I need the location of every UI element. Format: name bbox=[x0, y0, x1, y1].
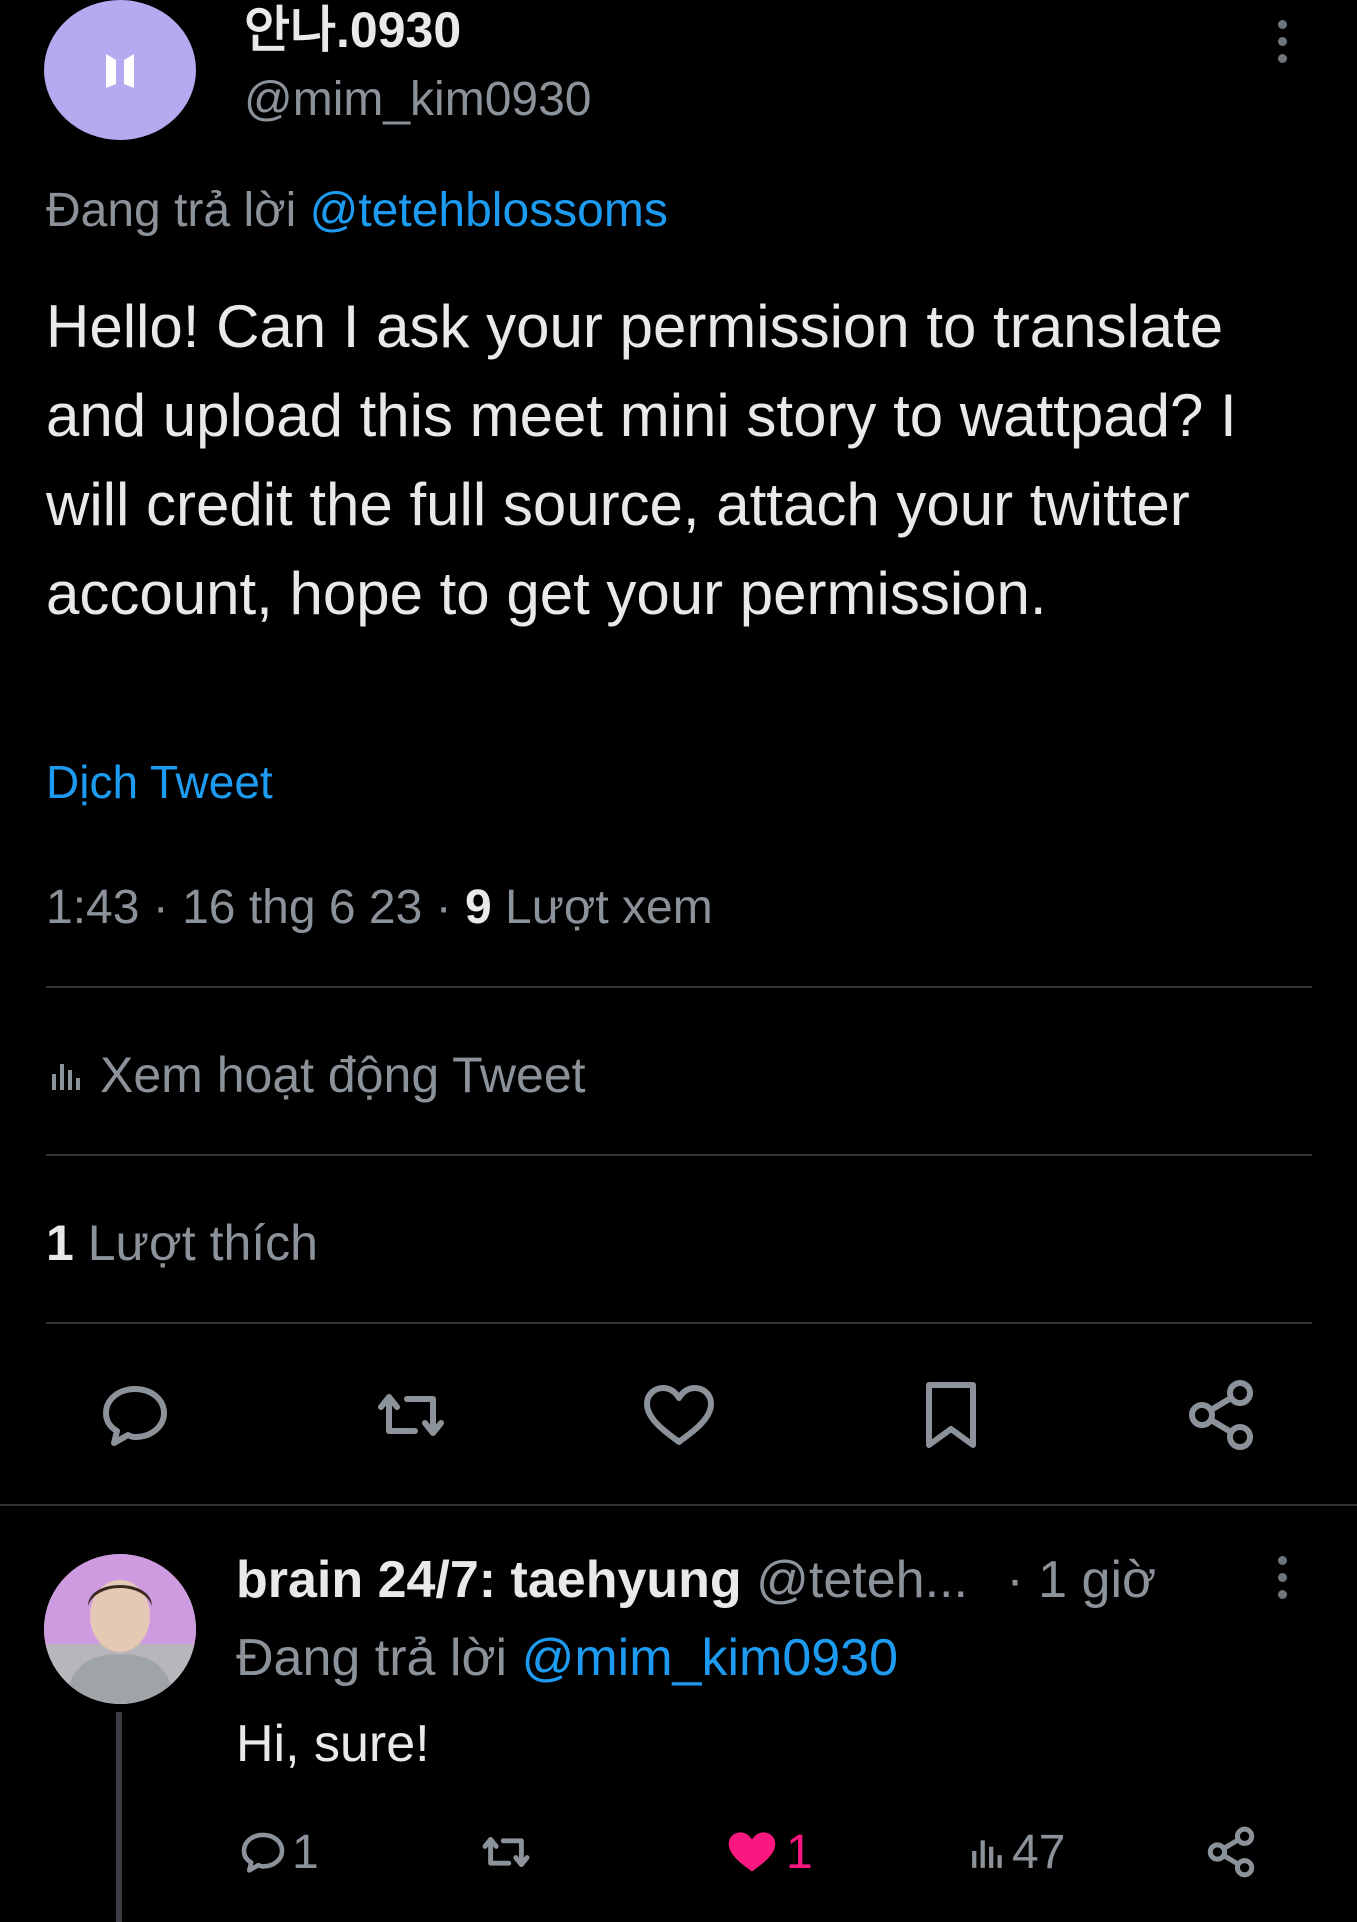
reply-avatar[interactable] bbox=[44, 1554, 196, 1704]
reply-button[interactable] bbox=[90, 1370, 180, 1460]
like-icon bbox=[644, 1385, 714, 1445]
bookmark-button[interactable] bbox=[906, 1370, 996, 1460]
bookmark-icon bbox=[926, 1382, 976, 1448]
views-count: 47 bbox=[1012, 1825, 1066, 1879]
more-options-icon[interactable] bbox=[1270, 1556, 1294, 1616]
display-name[interactable]: 안나.0930 bbox=[244, 0, 461, 60]
avatar[interactable] bbox=[44, 0, 196, 140]
reply-time[interactable]: · 1 giờ bbox=[1006, 1551, 1156, 1609]
analytics-icon bbox=[972, 1840, 1002, 1868]
reply-views-button[interactable]: 47 bbox=[970, 1812, 1065, 1892]
liked-heart-icon bbox=[728, 1832, 776, 1872]
tweet-time[interactable]: 1:43 bbox=[46, 881, 139, 934]
tweet-text: Hello! Can I ask your permission to tran… bbox=[46, 293, 1237, 627]
more-options-icon[interactable] bbox=[1270, 20, 1294, 80]
profile-photo bbox=[44, 1554, 196, 1704]
reply-icon bbox=[103, 1386, 167, 1446]
activity-label: Xem hoạt động Tweet bbox=[100, 1047, 586, 1103]
reply-text: Hi, sure! bbox=[236, 1715, 430, 1773]
tweet-meta: 1:43 · 16 thg 6 23 · 9 Lượt xem bbox=[46, 881, 713, 934]
view-activity-button[interactable]: Xem hoạt động Tweet bbox=[50, 1044, 586, 1106]
tweet-date[interactable]: 16 thg 6 23 bbox=[182, 881, 422, 934]
divider bbox=[46, 1322, 1312, 1324]
views-label: Lượt xem bbox=[505, 881, 713, 934]
share-button[interactable] bbox=[1176, 1370, 1266, 1460]
likes-summary[interactable]: 1 Lượt thích bbox=[46, 1212, 318, 1274]
replying-to-link[interactable]: @mim_kim0930 bbox=[522, 1629, 898, 1687]
reply-replying-to: Đang trả lời @mim_kim0930 bbox=[236, 1626, 898, 1690]
reply-retweet-button[interactable] bbox=[478, 1812, 534, 1892]
retweet-button[interactable] bbox=[366, 1370, 456, 1460]
likes-label: Lượt thích bbox=[87, 1215, 318, 1271]
divider bbox=[0, 1504, 1357, 1506]
reply-header: brain 24/7: taehyung @teteh... · 1 giờ bbox=[236, 1548, 1156, 1612]
likes-count: 1 bbox=[46, 1215, 74, 1271]
share-icon bbox=[1189, 1380, 1253, 1450]
replying-prefix: Đang trả lời bbox=[46, 184, 297, 237]
reply-like-button[interactable]: 1 bbox=[724, 1812, 813, 1892]
thread-line bbox=[116, 1712, 122, 1922]
retweet-icon bbox=[378, 1394, 444, 1436]
user-handle[interactable]: @mim_kim0930 bbox=[244, 70, 591, 130]
reply-count: 1 bbox=[292, 1825, 319, 1879]
reply-share-button[interactable] bbox=[1206, 1812, 1256, 1892]
reply-handle[interactable]: @teteh... bbox=[756, 1551, 968, 1609]
replying-to-link[interactable]: @tetehblossoms bbox=[310, 184, 668, 237]
replying-to-line: Đang trả lời @tetehblossoms bbox=[46, 180, 668, 242]
divider bbox=[46, 1154, 1312, 1156]
reply-reply-button[interactable]: 1 bbox=[240, 1812, 319, 1892]
logo-icon bbox=[106, 54, 134, 88]
reply-icon bbox=[241, 1832, 285, 1873]
retweet-icon bbox=[482, 1836, 530, 1868]
divider bbox=[46, 986, 1312, 988]
analytics-icon bbox=[52, 1064, 80, 1090]
like-button[interactable] bbox=[634, 1370, 724, 1460]
reply-display-name[interactable]: brain 24/7: taehyung bbox=[236, 1551, 742, 1609]
like-count: 1 bbox=[786, 1825, 813, 1879]
views-count: 9 bbox=[464, 881, 492, 934]
translate-tweet-link[interactable]: Dịch Tweet bbox=[46, 752, 273, 812]
replying-prefix: Đang trả lời bbox=[236, 1629, 508, 1687]
share-icon bbox=[1207, 1826, 1255, 1878]
